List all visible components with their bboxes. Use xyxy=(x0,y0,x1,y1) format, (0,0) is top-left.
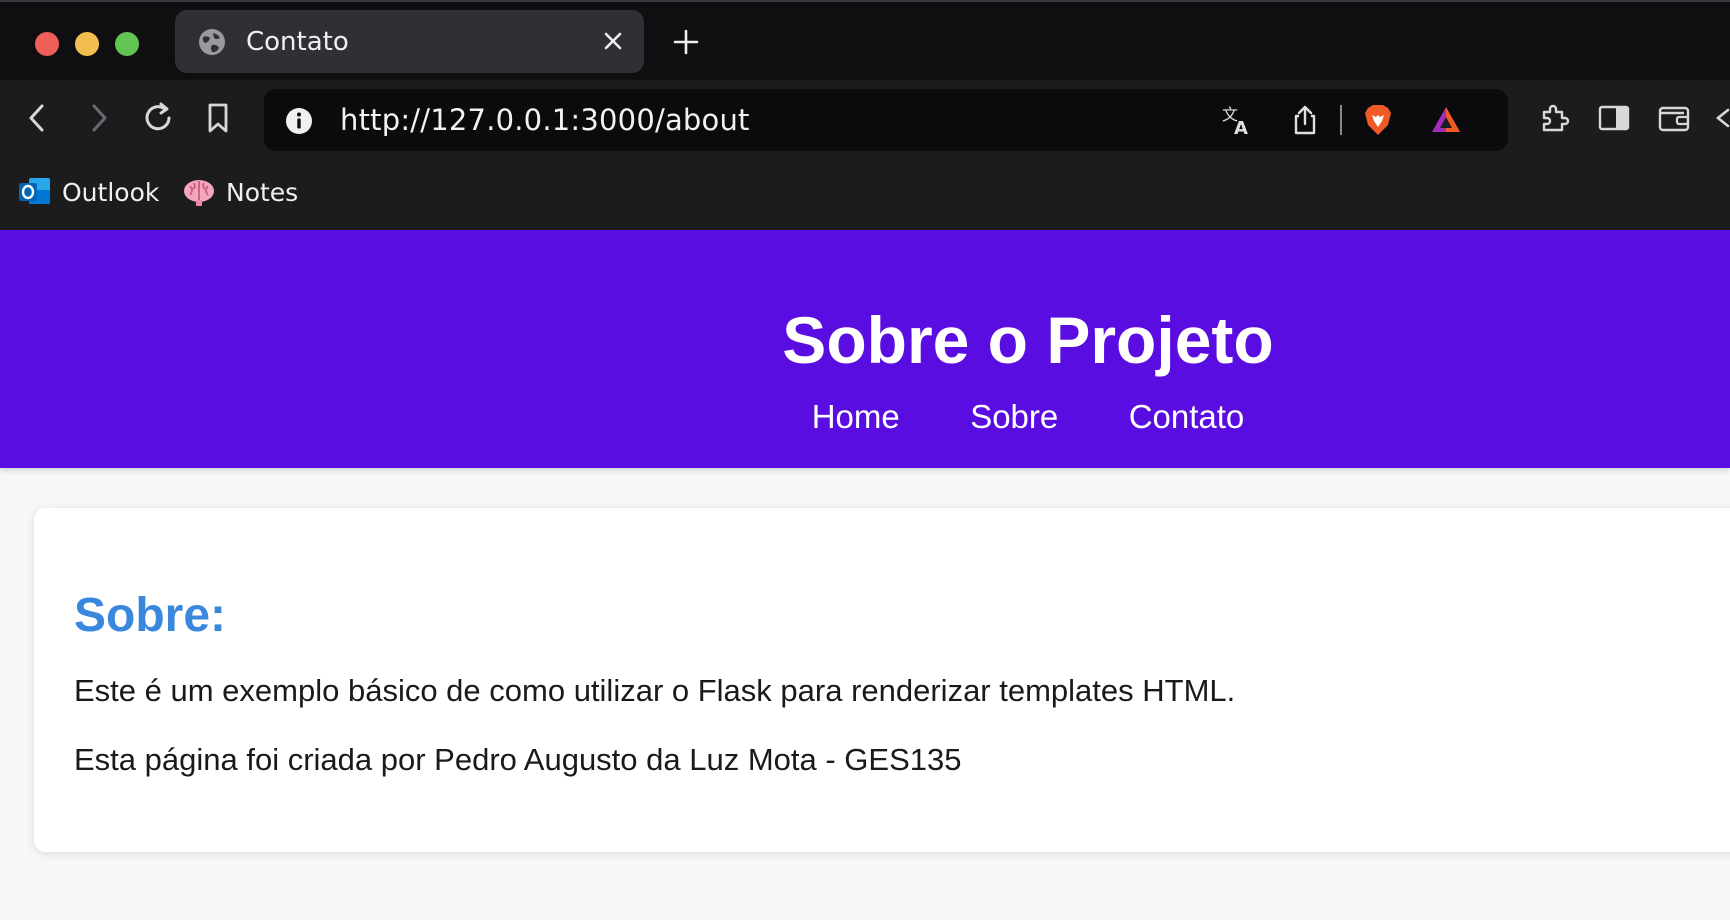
nav-link-sobre[interactable]: Sobre xyxy=(970,398,1058,436)
site-nav: Home Sobre Contato xyxy=(0,398,1730,436)
close-window-button[interactable] xyxy=(35,32,59,56)
page-title: Sobre o Projeto xyxy=(782,303,1274,377)
nav-link-home[interactable]: Home xyxy=(812,398,900,436)
new-tab-icon[interactable] xyxy=(670,26,702,58)
bookmark-notes[interactable]: Notes xyxy=(182,174,298,210)
address-bar[interactable]: http://127.0.0.1:3000/about 文 A xyxy=(264,89,1508,151)
url-divider xyxy=(1340,105,1342,135)
brain-icon xyxy=(184,180,214,206)
bookmark-outlook[interactable]: Outlook xyxy=(18,174,159,210)
url-text[interactable]: http://127.0.0.1:3000/about xyxy=(340,103,750,137)
bookmark-label: Notes xyxy=(226,177,299,207)
paragraph: Este é um exemplo básico de como utiliza… xyxy=(74,673,1236,708)
nav-link-contato[interactable]: Contato xyxy=(1129,398,1245,436)
paragraph: Esta página foi criada por Pedro Augusto… xyxy=(74,742,962,777)
section-heading: Sobre: xyxy=(74,589,227,642)
bookmarks-bar: Outlook Notes xyxy=(0,158,1730,230)
bookmark-icon[interactable] xyxy=(200,100,236,136)
translate-icon[interactable]: 文 A xyxy=(1220,103,1254,137)
sidebar-icon[interactable] xyxy=(1596,100,1632,136)
close-tab-icon[interactable] xyxy=(600,28,626,54)
share-icon[interactable] xyxy=(1288,103,1322,137)
reload-icon[interactable] xyxy=(140,100,176,136)
site-info-icon[interactable] xyxy=(284,106,314,136)
outlook-icon xyxy=(19,178,50,204)
extensions-icon[interactable] xyxy=(1536,100,1572,136)
brave-shields-icon[interactable] xyxy=(1361,103,1395,137)
bookmark-label: Outlook xyxy=(62,177,160,207)
browser-tab[interactable]: Contato xyxy=(175,10,644,73)
back-icon[interactable] xyxy=(20,100,56,136)
zoom-window-button[interactable] xyxy=(115,32,139,56)
brave-rewards-icon[interactable] xyxy=(1429,103,1463,137)
tab-bar: Contato xyxy=(0,0,1730,80)
tab-title: Contato xyxy=(246,27,349,57)
site-header: Sobre o Projeto Home Sobre Contato xyxy=(0,230,1730,468)
content-card: Sobre: Este é um exemplo básico de como … xyxy=(34,508,1730,852)
browser-toolbar: http://127.0.0.1:3000/about 文 A xyxy=(0,80,1730,158)
wallet-icon[interactable] xyxy=(1656,100,1692,136)
forward-icon[interactable] xyxy=(80,100,116,136)
menu-overflow-icon[interactable] xyxy=(1712,100,1730,136)
globe-icon xyxy=(199,29,225,55)
svg-text:A: A xyxy=(1234,118,1248,137)
minimize-window-button[interactable] xyxy=(75,32,99,56)
